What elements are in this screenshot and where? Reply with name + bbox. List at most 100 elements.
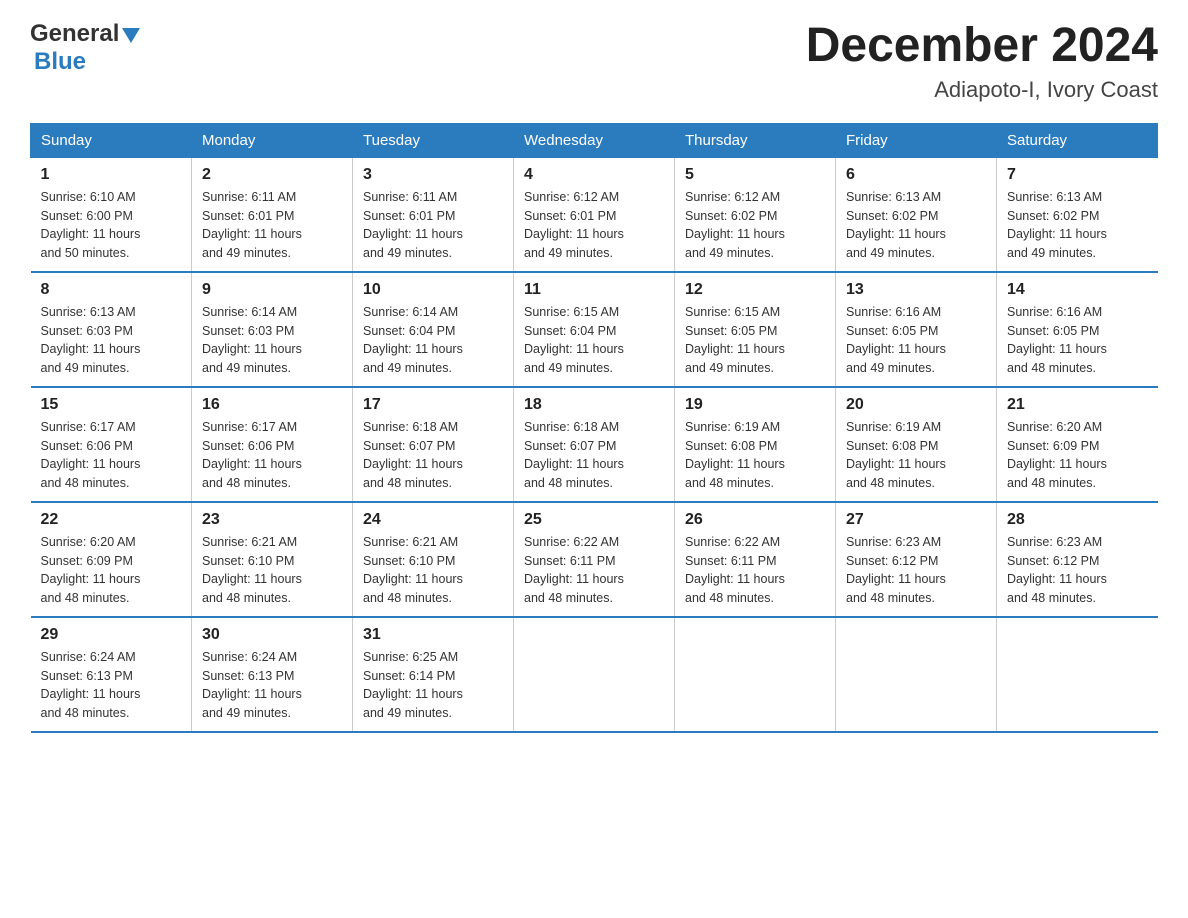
day-number: 10 (363, 281, 503, 299)
day-info: Sunrise: 6:23 AM Sunset: 6:12 PM Dayligh… (1007, 533, 1148, 608)
day-info: Sunrise: 6:16 AM Sunset: 6:05 PM Dayligh… (846, 303, 986, 378)
day-number: 15 (41, 396, 182, 414)
day-info: Sunrise: 6:21 AM Sunset: 6:10 PM Dayligh… (202, 533, 342, 608)
day-info: Sunrise: 6:13 AM Sunset: 6:02 PM Dayligh… (1007, 188, 1148, 263)
calendar-cell: 27 Sunrise: 6:23 AM Sunset: 6:12 PM Dayl… (836, 502, 997, 617)
day-info: Sunrise: 6:18 AM Sunset: 6:07 PM Dayligh… (363, 418, 503, 493)
day-info: Sunrise: 6:14 AM Sunset: 6:03 PM Dayligh… (202, 303, 342, 378)
day-number: 19 (685, 396, 825, 414)
calendar-header: Sunday Monday Tuesday Wednesday Thursday… (31, 123, 1158, 157)
calendar-cell: 29 Sunrise: 6:24 AM Sunset: 6:13 PM Dayl… (31, 617, 192, 732)
day-number: 11 (524, 281, 664, 299)
day-number: 1 (41, 166, 182, 184)
calendar-cell: 8 Sunrise: 6:13 AM Sunset: 6:03 PM Dayli… (31, 272, 192, 387)
calendar-cell: 1 Sunrise: 6:10 AM Sunset: 6:00 PM Dayli… (31, 157, 192, 272)
page-header: General Blue December 2024 Adiapoto-I, I… (30, 20, 1158, 103)
calendar-week-5: 29 Sunrise: 6:24 AM Sunset: 6:13 PM Dayl… (31, 617, 1158, 732)
calendar-cell: 20 Sunrise: 6:19 AM Sunset: 6:08 PM Dayl… (836, 387, 997, 502)
calendar-cell: 19 Sunrise: 6:19 AM Sunset: 6:08 PM Dayl… (675, 387, 836, 502)
day-number: 20 (846, 396, 986, 414)
calendar-cell: 21 Sunrise: 6:20 AM Sunset: 6:09 PM Dayl… (997, 387, 1158, 502)
header-wednesday: Wednesday (514, 123, 675, 157)
calendar-cell: 2 Sunrise: 6:11 AM Sunset: 6:01 PM Dayli… (192, 157, 353, 272)
calendar-cell: 11 Sunrise: 6:15 AM Sunset: 6:04 PM Dayl… (514, 272, 675, 387)
day-info: Sunrise: 6:20 AM Sunset: 6:09 PM Dayligh… (41, 533, 182, 608)
calendar-cell: 24 Sunrise: 6:21 AM Sunset: 6:10 PM Dayl… (353, 502, 514, 617)
calendar-body: 1 Sunrise: 6:10 AM Sunset: 6:00 PM Dayli… (31, 157, 1158, 732)
day-info: Sunrise: 6:10 AM Sunset: 6:00 PM Dayligh… (41, 188, 182, 263)
calendar-cell (836, 617, 997, 732)
day-number: 25 (524, 511, 664, 529)
logo-general-text: General (30, 20, 119, 48)
calendar-cell: 14 Sunrise: 6:16 AM Sunset: 6:05 PM Dayl… (997, 272, 1158, 387)
day-number: 12 (685, 281, 825, 299)
day-info: Sunrise: 6:19 AM Sunset: 6:08 PM Dayligh… (685, 418, 825, 493)
day-number: 5 (685, 166, 825, 184)
calendar-cell: 22 Sunrise: 6:20 AM Sunset: 6:09 PM Dayl… (31, 502, 192, 617)
day-info: Sunrise: 6:11 AM Sunset: 6:01 PM Dayligh… (363, 188, 503, 263)
day-number: 21 (1007, 396, 1148, 414)
day-info: Sunrise: 6:20 AM Sunset: 6:09 PM Dayligh… (1007, 418, 1148, 493)
calendar-cell: 16 Sunrise: 6:17 AM Sunset: 6:06 PM Dayl… (192, 387, 353, 502)
day-number: 18 (524, 396, 664, 414)
calendar-cell: 28 Sunrise: 6:23 AM Sunset: 6:12 PM Dayl… (997, 502, 1158, 617)
day-info: Sunrise: 6:24 AM Sunset: 6:13 PM Dayligh… (202, 648, 342, 723)
calendar-week-2: 8 Sunrise: 6:13 AM Sunset: 6:03 PM Dayli… (31, 272, 1158, 387)
day-number: 28 (1007, 511, 1148, 529)
logo-arrow-icon (122, 28, 140, 43)
calendar-table: Sunday Monday Tuesday Wednesday Thursday… (30, 123, 1158, 733)
day-info: Sunrise: 6:25 AM Sunset: 6:14 PM Dayligh… (363, 648, 503, 723)
calendar-cell: 26 Sunrise: 6:22 AM Sunset: 6:11 PM Dayl… (675, 502, 836, 617)
day-number: 8 (41, 281, 182, 299)
day-info: Sunrise: 6:15 AM Sunset: 6:04 PM Dayligh… (524, 303, 664, 378)
day-info: Sunrise: 6:12 AM Sunset: 6:01 PM Dayligh… (524, 188, 664, 263)
header-row: Sunday Monday Tuesday Wednesday Thursday… (31, 123, 1158, 157)
calendar-cell: 25 Sunrise: 6:22 AM Sunset: 6:11 PM Dayl… (514, 502, 675, 617)
calendar-cell: 17 Sunrise: 6:18 AM Sunset: 6:07 PM Dayl… (353, 387, 514, 502)
title-section: December 2024 Adiapoto-I, Ivory Coast (806, 20, 1158, 103)
day-number: 29 (41, 626, 182, 644)
calendar-cell (675, 617, 836, 732)
day-number: 23 (202, 511, 342, 529)
month-title: December 2024 (806, 20, 1158, 73)
header-monday: Monday (192, 123, 353, 157)
header-tuesday: Tuesday (353, 123, 514, 157)
calendar-cell: 5 Sunrise: 6:12 AM Sunset: 6:02 PM Dayli… (675, 157, 836, 272)
day-info: Sunrise: 6:19 AM Sunset: 6:08 PM Dayligh… (846, 418, 986, 493)
day-info: Sunrise: 6:13 AM Sunset: 6:03 PM Dayligh… (41, 303, 182, 378)
day-number: 27 (846, 511, 986, 529)
day-number: 30 (202, 626, 342, 644)
calendar-cell (514, 617, 675, 732)
day-info: Sunrise: 6:22 AM Sunset: 6:11 PM Dayligh… (685, 533, 825, 608)
calendar-cell: 3 Sunrise: 6:11 AM Sunset: 6:01 PM Dayli… (353, 157, 514, 272)
day-info: Sunrise: 6:21 AM Sunset: 6:10 PM Dayligh… (363, 533, 503, 608)
day-info: Sunrise: 6:13 AM Sunset: 6:02 PM Dayligh… (846, 188, 986, 263)
day-info: Sunrise: 6:11 AM Sunset: 6:01 PM Dayligh… (202, 188, 342, 263)
day-number: 16 (202, 396, 342, 414)
day-number: 13 (846, 281, 986, 299)
calendar-cell: 9 Sunrise: 6:14 AM Sunset: 6:03 PM Dayli… (192, 272, 353, 387)
day-info: Sunrise: 6:17 AM Sunset: 6:06 PM Dayligh… (202, 418, 342, 493)
day-info: Sunrise: 6:24 AM Sunset: 6:13 PM Dayligh… (41, 648, 182, 723)
calendar-cell: 15 Sunrise: 6:17 AM Sunset: 6:06 PM Dayl… (31, 387, 192, 502)
day-number: 3 (363, 166, 503, 184)
day-info: Sunrise: 6:15 AM Sunset: 6:05 PM Dayligh… (685, 303, 825, 378)
header-friday: Friday (836, 123, 997, 157)
day-number: 4 (524, 166, 664, 184)
day-number: 22 (41, 511, 182, 529)
logo: General Blue (30, 20, 140, 76)
calendar-cell: 30 Sunrise: 6:24 AM Sunset: 6:13 PM Dayl… (192, 617, 353, 732)
day-info: Sunrise: 6:23 AM Sunset: 6:12 PM Dayligh… (846, 533, 986, 608)
logo-blue-text: Blue (34, 48, 86, 75)
day-number: 7 (1007, 166, 1148, 184)
day-info: Sunrise: 6:14 AM Sunset: 6:04 PM Dayligh… (363, 303, 503, 378)
calendar-cell: 10 Sunrise: 6:14 AM Sunset: 6:04 PM Dayl… (353, 272, 514, 387)
header-sunday: Sunday (31, 123, 192, 157)
day-number: 24 (363, 511, 503, 529)
day-number: 26 (685, 511, 825, 529)
calendar-cell: 7 Sunrise: 6:13 AM Sunset: 6:02 PM Dayli… (997, 157, 1158, 272)
calendar-cell: 13 Sunrise: 6:16 AM Sunset: 6:05 PM Dayl… (836, 272, 997, 387)
calendar-cell: 6 Sunrise: 6:13 AM Sunset: 6:02 PM Dayli… (836, 157, 997, 272)
calendar-week-1: 1 Sunrise: 6:10 AM Sunset: 6:00 PM Dayli… (31, 157, 1158, 272)
day-number: 9 (202, 281, 342, 299)
